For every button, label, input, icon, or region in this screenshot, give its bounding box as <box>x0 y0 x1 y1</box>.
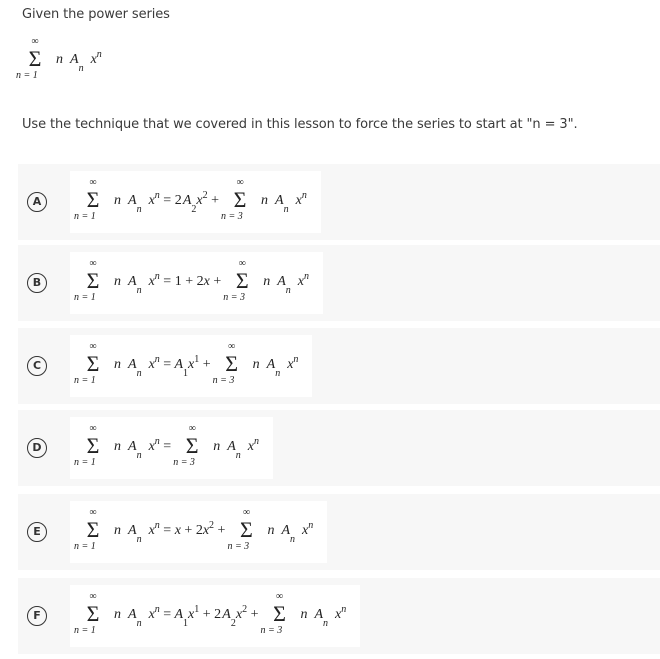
option-b[interactable]: B ∞ Σn = 1 n Anxn = 1 + 2x + ∞ Σn = 3 n Anxn <box>18 245 660 321</box>
option-a[interactable]: A ∞ Σn = 1 n Anxn = 2 A2x2 + ∞ Σn = 3 n Anxn <box>18 164 660 240</box>
sum-sign: Σ <box>240 517 253 542</box>
equation-text: n Anxn = x + 2x2 + <box>114 520 226 545</box>
sum-sign: Σ <box>86 268 100 293</box>
sum-sign: Σ <box>86 517 100 542</box>
sigma-symbol: ∞ Σ n = 1 <box>16 36 48 81</box>
option-radio-b[interactable]: B <box>27 273 47 293</box>
equation-text: n Anxn = A1x1 + 2 A2x2 + <box>114 604 259 629</box>
sum-sign: Σ <box>86 187 100 212</box>
sum-lower-limit: n = 1 <box>74 375 96 386</box>
sum-sign: Σ <box>86 601 100 626</box>
option-radio-c[interactable]: C <box>27 356 47 376</box>
sum-lower-limit: n = 1 <box>16 70 38 81</box>
sigma-symbol: ∞ Σn = 3 <box>227 507 259 552</box>
sum-sign: Σ <box>273 601 286 626</box>
sigma-symbol: ∞ Σn = 1 <box>74 258 106 303</box>
sum-lower-limit: n = 3 <box>260 625 283 636</box>
sum-sign: Σ <box>233 187 247 212</box>
option-c[interactable]: C ∞ Σn = 1 n Anxn = A1x1 + ∞ Σn = 3 n Anxn <box>18 328 660 404</box>
sigma-symbol: ∞ Σn = 3 <box>173 423 205 468</box>
given-series: ∞ Σ n = 1 n Anxn <box>16 36 162 94</box>
sum-lower-limit: n = 1 <box>74 292 96 303</box>
sum-lower-limit: n = 3 <box>212 375 235 386</box>
sum-upper-limit: ∞ <box>89 258 97 269</box>
sum-upper-limit: ∞ <box>236 177 244 188</box>
equation-text: n Anxn = 1 + 2x + <box>114 271 222 296</box>
sum-upper-limit: ∞ <box>275 591 284 602</box>
sum-lower-limit: n = 3 <box>173 457 195 468</box>
option-f[interactable]: F ∞ Σn = 1 n Anxn = A1x1 + 2 A2x2 + ∞ Σn = 3nA… <box>18 578 660 654</box>
shifted-series-term: n Anxn <box>252 354 299 379</box>
question-instruction: Use the technique that we covered in thi… <box>22 117 578 132</box>
sum-sign: Σ <box>225 351 239 376</box>
sigma-symbol: ∞ Σn = 3 <box>223 258 255 303</box>
sum-lower-limit: n = 3 <box>223 292 245 303</box>
option-e[interactable]: E ∞ Σn = 1 n Anxn = x + 2x2 + ∞ Σn = 3 n Anxn <box>18 494 660 570</box>
option-radio-d[interactable]: D <box>27 438 47 458</box>
sum-upper-limit: ∞ <box>228 341 236 352</box>
shifted-series-term: n Anxn <box>267 520 314 545</box>
option-d[interactable]: D ∞ Σn = 1 n Anxn = ∞ Σn = 3 n Anxn <box>18 410 660 486</box>
sigma-symbol: ∞ Σn = 3 <box>260 591 292 636</box>
sum-lower-limit: n = 1 <box>74 457 96 468</box>
sigma-symbol: ∞ Σn = 1 <box>74 341 106 386</box>
sum-upper-limit: ∞ <box>89 177 97 188</box>
equation-text: n Anxn = A1x1 + <box>114 354 211 379</box>
sum-sign: Σ <box>28 46 42 71</box>
sigma-symbol: ∞ Σn = 3 <box>213 341 245 386</box>
sum-lower-limit: n = 3 <box>221 211 243 222</box>
option-radio-f[interactable]: F <box>27 606 47 626</box>
shifted-series-term: n Anxn <box>300 604 347 629</box>
option-equation: ∞ Σn = 1 n Anxn = 1 + 2x + ∞ Σn = 3 n Anxn <box>70 252 323 314</box>
sum-upper-limit: ∞ <box>89 591 97 602</box>
sum-sign: Σ <box>86 433 100 458</box>
sum-sign: Σ <box>185 433 199 458</box>
series-term: n Anxn <box>56 49 102 74</box>
sigma-symbol: ∞ Σn = 1 <box>74 423 106 468</box>
equation-text: n Anxn = 2 A2x2 + <box>114 190 220 215</box>
sum-upper-limit: ∞ <box>242 507 250 518</box>
option-radio-a[interactable]: A <box>27 192 47 212</box>
sum-upper-limit: ∞ <box>188 423 196 434</box>
option-equation: ∞ Σn = 1 n Anxn = ∞ Σn = 3 n Anxn <box>70 417 273 479</box>
sum-lower-limit: n = 3 <box>227 541 250 552</box>
sum-lower-limit: n = 1 <box>74 625 96 636</box>
sum-sign: Σ <box>86 351 100 376</box>
shifted-series-term: n Anxn <box>263 271 309 296</box>
equation-text: n Anxn = <box>114 436 172 461</box>
sum-upper-limit: ∞ <box>238 258 246 269</box>
shifted-series-term: n Anxn <box>261 190 307 215</box>
shifted-series-term: n Anxn <box>213 436 259 461</box>
sigma-symbol: ∞ Σn = 3 <box>221 177 253 222</box>
option-radio-e[interactable]: E <box>27 522 47 542</box>
option-equation: ∞ Σn = 1 n Anxn = A1x1 + 2 A2x2 + ∞ Σn = 3 n An… <box>70 585 361 647</box>
sigma-symbol: ∞ Σn = 1 <box>74 177 106 222</box>
option-equation: ∞ Σn = 1 n Anxn = x + 2x2 + ∞ Σn = 3 n Anxn <box>70 501 328 563</box>
sum-lower-limit: n = 1 <box>74 211 96 222</box>
sum-upper-limit: ∞ <box>89 507 97 518</box>
sum-upper-limit: ∞ <box>31 36 39 47</box>
sum-sign: Σ <box>235 268 249 293</box>
sum-lower-limit: n = 1 <box>74 541 96 552</box>
option-equation: ∞ Σn = 1 n Anxn = A1x1 + ∞ Σn = 3 n Anxn <box>70 335 313 397</box>
question-intro: Given the power series <box>22 7 170 22</box>
option-equation: ∞ Σn = 1 n Anxn = 2 A2x2 + ∞ Σn = 3 n Anxn <box>70 171 321 233</box>
sum-upper-limit: ∞ <box>89 423 97 434</box>
sigma-symbol: ∞ Σn = 1 <box>74 507 106 552</box>
sigma-symbol: ∞ Σn = 1 <box>74 591 106 636</box>
sum-upper-limit: ∞ <box>89 341 97 352</box>
